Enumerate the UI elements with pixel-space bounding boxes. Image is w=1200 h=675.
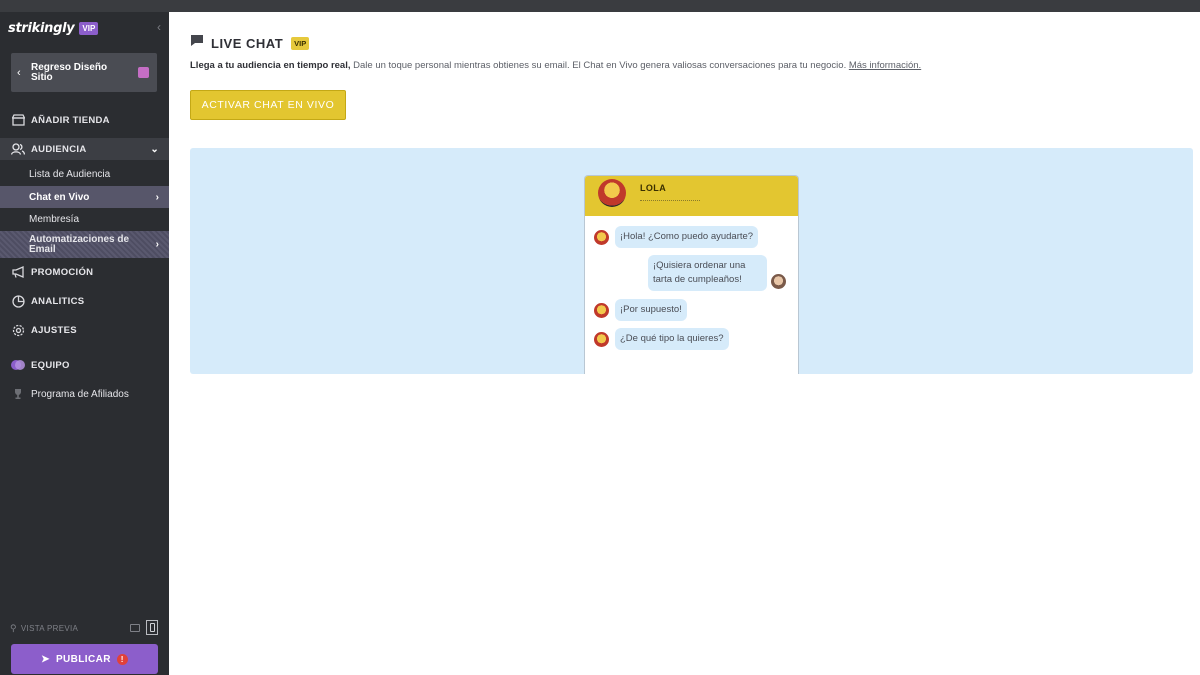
nav-affiliates-label: Programa de Afiliados: [31, 388, 129, 400]
nav-audience-label: AUDIENCIA: [31, 143, 87, 155]
chevron-right-icon: ›: [155, 191, 159, 203]
logo-row: strikingly VIP: [8, 18, 99, 38]
nav-promotion[interactable]: PROMOCIÓN: [0, 261, 169, 283]
main-content: LIVE CHAT VIP Llega a tu audiencia en ti…: [169, 12, 1200, 675]
nav-team[interactable]: EQUIPO: [0, 354, 169, 376]
agent-avatar: [594, 302, 609, 318]
back-label: Regreso Diseño Sitio: [31, 61, 108, 83]
search-icon: ⚲: [10, 622, 17, 633]
agent-name: LOLA: [640, 183, 667, 193]
nav-affiliates[interactable]: Programa de Afiliados: [0, 383, 169, 405]
title-row: LIVE CHAT VIP: [190, 34, 310, 52]
device-toggle: [130, 620, 158, 635]
nav-team-label: EQUIPO: [31, 359, 70, 371]
description-text: Dale un toque personal mientras obtienes…: [350, 60, 849, 71]
rocket-icon: ➤: [41, 653, 50, 665]
nav-add-store[interactable]: AÑADIR TIENDA: [0, 109, 169, 131]
pie-chart-icon: [11, 294, 25, 308]
message-bubble: ¡Por supuesto!: [615, 299, 687, 321]
subnav-live-chat[interactable]: Chat en Vivo ›: [0, 186, 169, 208]
chat-header: LOLA: [585, 176, 798, 216]
subnav-membership[interactable]: Membresía: [0, 209, 169, 229]
chevron-down-icon: ⌄: [150, 143, 159, 155]
top-strip: [0, 0, 1200, 12]
back-to-design-button[interactable]: ‹ Regreso Diseño Sitio: [11, 53, 157, 92]
chat-message: ¿De qué tipo la quieres?: [594, 328, 729, 350]
logo[interactable]: strikingly: [8, 21, 75, 36]
desktop-icon[interactable]: [130, 623, 140, 632]
subnav-live-chat-label: Chat en Vivo: [29, 191, 90, 203]
nav-add-store-label: AÑADIR TIENDA: [31, 114, 110, 126]
team-icon: [11, 358, 25, 372]
subnav-audience-list[interactable]: Lista de Audiencia: [0, 164, 169, 185]
chevron-right-icon: ›: [155, 238, 159, 250]
collapse-sidebar-icon[interactable]: ‹: [153, 20, 165, 34]
publish-button[interactable]: ➤ PUBLICAR !: [11, 644, 158, 674]
agent-status: [640, 200, 700, 202]
vip-badge: VIP: [291, 36, 310, 50]
subnav-email-automations[interactable]: Automatizaciones de Email ›: [0, 231, 169, 258]
page-title: LIVE CHAT: [211, 35, 284, 51]
nav-promotion-label: PROMOCIÓN: [31, 266, 94, 278]
sidebar: strikingly VIP ‹ ‹ Regreso Diseño Sitio …: [0, 12, 169, 675]
preview-row: ⚲ VISTA PREVIA: [10, 620, 158, 636]
vip-badge: VIP: [79, 21, 99, 35]
chat-message: ¡Quisiera ordenar una tarta de cumpleaño…: [648, 255, 786, 291]
message-bubble: ¡Hola! ¿Como puedo ayudarte?: [615, 226, 759, 248]
megaphone-icon: [11, 265, 25, 279]
publish-label: PUBLICAR: [55, 653, 111, 665]
page-description: Llega a tu audiencia en tiempo real, Dal…: [190, 60, 921, 71]
message-bubble: ¿De qué tipo la quieres?: [615, 328, 729, 350]
gear-icon: [11, 323, 25, 337]
agent-avatar: [598, 179, 626, 207]
trophy-icon: [11, 387, 25, 401]
nav-analytics-label: ANALITICS: [31, 295, 85, 307]
chat-message: ¡Por supuesto!: [594, 299, 687, 321]
user-avatar: [771, 274, 786, 289]
agent-avatar: [594, 331, 609, 347]
nav-analytics[interactable]: ANALITICS: [0, 290, 169, 312]
message-bubble: ¡Quisiera ordenar una tarta de cumpleaño…: [648, 255, 767, 291]
nav-settings[interactable]: AJUSTES: [0, 319, 169, 341]
site-icon: [138, 67, 149, 78]
audience-icon: [11, 142, 25, 156]
subnav-email-automations-label: Automatizaciones de Email: [29, 233, 130, 255]
more-info-link[interactable]: Más información.: [849, 60, 921, 71]
store-icon: [11, 113, 25, 127]
description-bold: Llega a tu audiencia en tiempo real,: [190, 60, 351, 71]
nav-settings-label: AJUSTES: [31, 324, 77, 336]
chat-message: ¡Hola! ¿Como puedo ayudarte?: [594, 226, 759, 248]
chat-widget-preview: LOLA ¡Hola! ¿Como puedo ayudarte? ¡Quisi…: [584, 175, 799, 374]
mobile-icon[interactable]: [146, 620, 158, 635]
chat-preview-panel: LOLA ¡Hola! ¿Como puedo ayudarte? ¡Quisi…: [190, 148, 1193, 374]
nav-audience[interactable]: AUDIENCIA ⌄: [0, 138, 169, 160]
activate-live-chat-button[interactable]: ACTIVAR CHAT EN VIVO: [190, 90, 346, 120]
chat-bubble-icon: [190, 34, 204, 52]
preview-label[interactable]: VISTA PREVIA: [21, 624, 78, 633]
chevron-left-icon: ‹: [17, 66, 21, 79]
agent-avatar: [594, 229, 609, 245]
warning-icon: !: [116, 653, 128, 665]
